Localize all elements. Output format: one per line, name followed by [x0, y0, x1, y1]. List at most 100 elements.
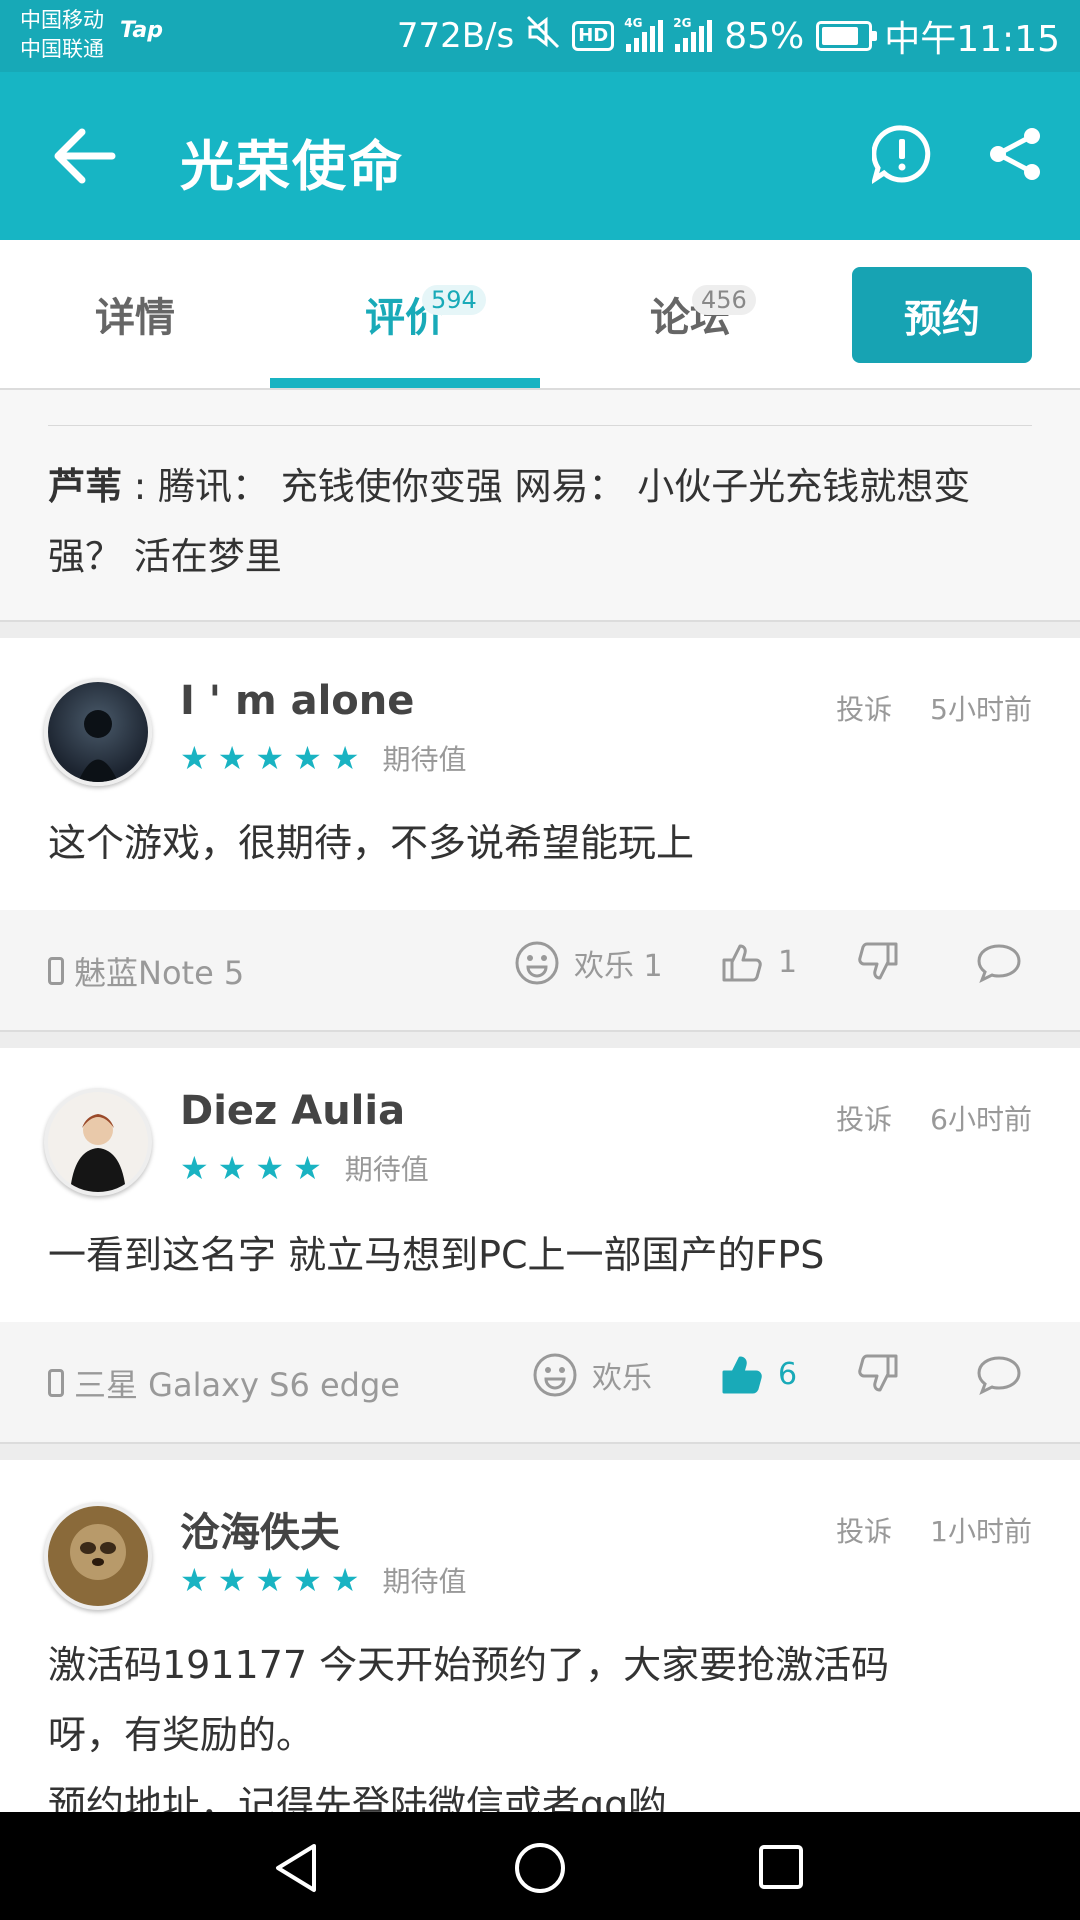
- tap-app-icon: Tap: [120, 18, 163, 43]
- reserve-button[interactable]: 预约: [852, 267, 1032, 363]
- thumbs-up-icon: [722, 1356, 762, 1394]
- star-icon: ★: [180, 739, 209, 777]
- pinned-user: 芦苇: [48, 465, 122, 508]
- review-card: 沧海佚夫 投诉 1小时前 ★ ★ ★ ★ ★ 期待值 激活码191177 今天开始预约了…: [0, 1460, 1080, 1812]
- review-meta: 投诉 5小时前: [836, 688, 1032, 728]
- star-rating: ★ ★ ★ ★ ★ 期待值: [180, 1560, 466, 1600]
- review-footer: 三星 Galaxy S6 edge 欢乐 6: [0, 1322, 1080, 1442]
- pinned-comment-text: 芦苇 : 腾讯： 充钱使你变强 网易： 小伙子光充钱就想变强？ 活在梦里: [48, 452, 1008, 592]
- star-icon: ★: [217, 1561, 247, 1599]
- signal-4g-icon: 4G: [624, 16, 664, 52]
- triangle-back-icon: [276, 1844, 316, 1892]
- device-name: 魅蓝Note 5: [74, 954, 245, 992]
- dislike-button[interactable]: [856, 1352, 900, 1396]
- rating-label: 期待值: [382, 743, 467, 776]
- arrow-left-icon: [54, 128, 116, 184]
- pinned-comment[interactable]: 芦苇 : 腾讯： 充钱使你变强 网易： 小伙子光充钱就想变强？ 活在梦里: [0, 390, 1080, 620]
- section-divider: [0, 1030, 1080, 1050]
- section-divider: [0, 620, 1080, 640]
- review-time: 5小时前: [930, 693, 1032, 726]
- comment-button[interactable]: [976, 1352, 1022, 1396]
- clock: 中午11:15: [884, 19, 1060, 60]
- star-icon: ★: [217, 739, 247, 777]
- tab-details[interactable]: 详情: [40, 240, 230, 388]
- star-icon: ★: [255, 1561, 285, 1599]
- device-info: 三星 Galaxy S6 edge: [48, 1360, 400, 1406]
- review-meta: 投诉 6小时前: [836, 1098, 1032, 1138]
- comment-icon: [977, 944, 1021, 984]
- review-content: 激活码191177 今天开始预约了，大家要抢激活码 呀，有奖励的。 预约地址，记…: [48, 1630, 1038, 1812]
- review-username[interactable]: 沧海佚夫: [180, 1500, 340, 1558]
- star-icon: ★: [330, 1561, 360, 1599]
- like-button[interactable]: 1: [720, 940, 797, 984]
- smiley-icon: [533, 1353, 577, 1397]
- circle-home-icon: [515, 1843, 565, 1893]
- fun-button[interactable]: 欢乐 1: [514, 940, 663, 986]
- tab-forum[interactable]: 论坛 456: [560, 240, 820, 388]
- status-bar: 中国移动 中国联通 Tap 772B/s HD 4G 2G 85% 中午11:1…: [0, 0, 1080, 72]
- fun-label: 欢乐 1: [574, 949, 663, 984]
- like-button[interactable]: 6: [720, 1352, 797, 1396]
- status-indicators: 772B/s HD 4G 2G 85% 中午11:15: [397, 8, 1060, 64]
- carrier-names: 中国移动 中国联通: [20, 6, 104, 64]
- tab-reviews[interactable]: 评价 594: [270, 240, 540, 388]
- star-rating: ★ ★ ★ ★ ★ 期待值: [180, 738, 466, 778]
- review-time: 1小时前: [930, 1515, 1032, 1548]
- star-icon: ★: [293, 1561, 322, 1599]
- avatar[interactable]: [44, 1088, 152, 1196]
- pinned-body: : 腾讯： 充钱使你变强 网易： 小伙子光充钱就想变强？ 活在梦里: [48, 465, 971, 578]
- mute-icon: [526, 15, 560, 58]
- report-link[interactable]: 投诉: [836, 1510, 892, 1550]
- device-name: 三星 Galaxy S6 edge: [74, 1366, 400, 1404]
- carrier-1: 中国移动: [20, 8, 104, 32]
- fun-button[interactable]: 欢乐: [532, 1352, 652, 1398]
- nav-back-button[interactable]: [272, 1842, 320, 1898]
- star-icon: ★: [180, 1149, 209, 1187]
- device-info: 魅蓝Note 5: [48, 948, 244, 994]
- star-icon: ★: [255, 1149, 285, 1187]
- share-button[interactable]: [985, 124, 1045, 184]
- divider: [48, 425, 1032, 426]
- rating-label: 期待值: [382, 1565, 467, 1598]
- review-username[interactable]: Diez Aulia: [180, 1088, 405, 1134]
- avatar[interactable]: [44, 1502, 152, 1610]
- review-content-line: 激活码191177 今天开始预约了，大家要抢激活码: [48, 1643, 890, 1687]
- thumbs-down-icon: [858, 1354, 898, 1392]
- review-content-line: 呀，有奖励的。: [48, 1713, 315, 1757]
- report-link[interactable]: 投诉: [836, 688, 892, 728]
- report-button[interactable]: [870, 124, 932, 185]
- rating-label: 期待值: [344, 1153, 429, 1186]
- comment-button[interactable]: [976, 940, 1022, 984]
- nav-recents-button[interactable]: [758, 1844, 804, 1894]
- forum-count-badge: 456: [692, 285, 756, 315]
- review-content-line: 预约地址，记得先登陆微信或者qq哟: [48, 1783, 667, 1812]
- review-content: 这个游戏，很期待，不多说希望能玩上: [48, 821, 695, 865]
- report-link[interactable]: 投诉: [836, 1098, 892, 1138]
- star-icon: ★: [217, 1149, 247, 1187]
- back-button[interactable]: [50, 124, 120, 188]
- phone-icon: [48, 957, 64, 985]
- review-username[interactable]: I ' m alone: [180, 678, 414, 724]
- thumbs-down-icon: [858, 942, 898, 980]
- star-rating: ★ ★ ★ ★ 期待值: [180, 1148, 429, 1188]
- dislike-button[interactable]: [856, 940, 900, 984]
- thumbs-up-icon: [722, 944, 762, 982]
- review-time: 6小时前: [930, 1103, 1032, 1136]
- comment-icon: [977, 1356, 1021, 1396]
- square-recents-icon: [759, 1845, 803, 1889]
- net-type-1: 4G: [624, 16, 643, 30]
- avatar[interactable]: [44, 678, 152, 786]
- reviews-count-badge: 594: [422, 285, 486, 315]
- hd-voice-icon: HD: [572, 21, 615, 51]
- review-meta: 投诉 1小时前: [836, 1510, 1032, 1550]
- review-card: I ' m alone 投诉 5小时前 ★ ★ ★ ★ ★ 期待值 这个游戏，很期待，不…: [0, 638, 1080, 910]
- review-card: Diez Aulia 投诉 6小时前 ★ ★ ★ ★ 期待值 一看到这名字 就立马想到…: [0, 1048, 1080, 1322]
- system-nav-bar: [0, 1812, 1080, 1920]
- tab-details-label: 详情: [95, 295, 175, 341]
- net-type-2: 2G: [673, 16, 692, 30]
- carrier-2: 中国联通: [20, 37, 104, 61]
- review-content: 一看到这名字 就立马想到PC上一部国产的FPS: [48, 1233, 825, 1277]
- review-footer: 魅蓝Note 5 欢乐 1 1: [0, 910, 1080, 1030]
- nav-home-button[interactable]: [514, 1842, 566, 1898]
- star-icon: ★: [293, 739, 322, 777]
